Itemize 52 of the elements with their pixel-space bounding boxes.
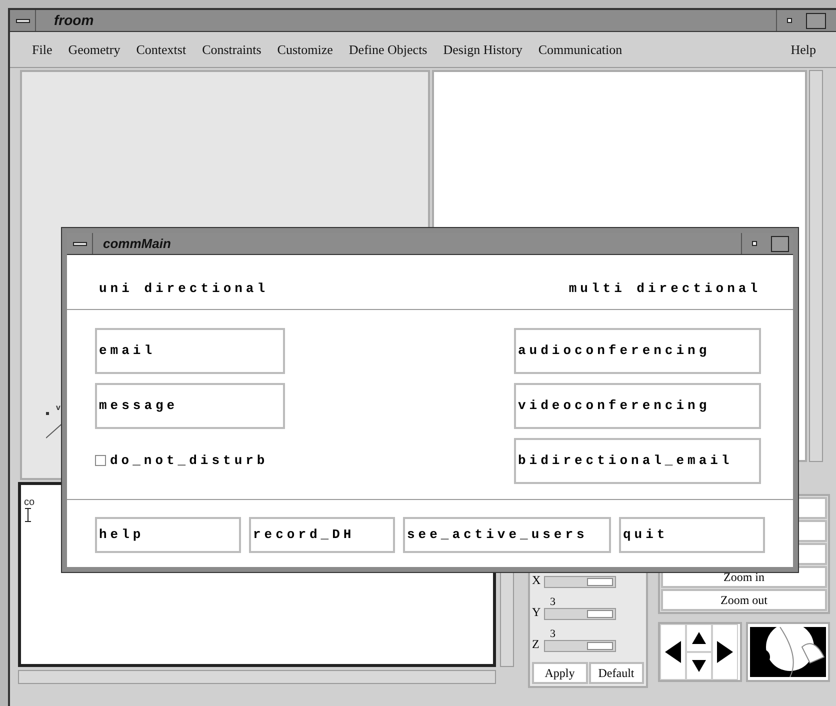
dialog-button[interactable]: record_DH	[249, 516, 395, 552]
dialog-button[interactable]: message	[95, 382, 285, 428]
checkbox-label[interactable]: do_not_disturb	[110, 450, 268, 470]
menu-item[interactable]: Customize	[277, 40, 333, 60]
menu-item[interactable]: Communication	[538, 40, 622, 60]
section-heading: multi directional	[568, 280, 761, 298]
slider[interactable]	[544, 608, 616, 620]
control-button[interactable]: Default	[588, 662, 644, 684]
menu-item[interactable]: Design History	[443, 40, 522, 60]
right-arrow-button[interactable]	[712, 624, 738, 680]
slider[interactable]	[544, 576, 616, 588]
maximize-button[interactable]	[771, 236, 789, 252]
window-title: froom	[54, 11, 95, 30]
dialog-button[interactable]: videoconferencing	[514, 382, 761, 428]
slider-thumb[interactable]	[586, 578, 613, 586]
dialog-title: commMain	[103, 234, 172, 253]
down-triangle-icon	[692, 660, 706, 672]
axis-label: Z	[532, 638, 540, 650]
axis-label: v	[56, 404, 60, 412]
slider-thumb[interactable]	[586, 642, 613, 650]
checkbox[interactable]	[95, 455, 106, 466]
text-cursor-icon	[25, 508, 31, 522]
menu-item[interactable]: Geometry	[68, 40, 120, 60]
dialog-button[interactable]: quit	[619, 516, 765, 552]
slider-value: 3	[550, 597, 556, 608]
up-arrow-button[interactable]	[686, 624, 712, 652]
axis-label: Y	[532, 606, 542, 618]
dialog-button[interactable]: audioconferencing	[514, 328, 761, 374]
axis-label: X	[532, 574, 542, 586]
dialog-button[interactable]: help	[95, 516, 241, 552]
menu-item[interactable]: Define Objects	[348, 40, 428, 60]
dialog-button[interactable]: bidirectional_email	[514, 438, 761, 484]
section-heading: uni directional	[99, 280, 269, 298]
console-text: co	[24, 496, 35, 510]
left-triangle-icon	[665, 641, 681, 663]
menu-item[interactable]: Contextst	[136, 40, 186, 60]
right-triangle-icon	[717, 641, 733, 663]
slider-value: 3	[550, 629, 556, 640]
slider[interactable]	[544, 640, 616, 652]
slider-thumb[interactable]	[586, 610, 613, 618]
up-triangle-icon	[692, 632, 706, 644]
menu-item[interactable]: Help	[790, 40, 816, 60]
control-button[interactable]: Apply	[532, 662, 588, 684]
menu-item[interactable]: File	[32, 40, 52, 60]
maximize-button[interactable]	[806, 12, 826, 28]
down-arrow-button[interactable]	[686, 652, 712, 680]
dialog-button[interactable]: see_active_users	[403, 516, 611, 552]
horizontal-scrollbar[interactable]	[18, 670, 496, 684]
zoom-button[interactable]: Zoom out	[661, 589, 827, 611]
menu-item[interactable]: Constraints	[202, 40, 262, 60]
dialog-button[interactable]: email	[95, 328, 285, 374]
left-arrow-button[interactable]	[660, 624, 686, 680]
